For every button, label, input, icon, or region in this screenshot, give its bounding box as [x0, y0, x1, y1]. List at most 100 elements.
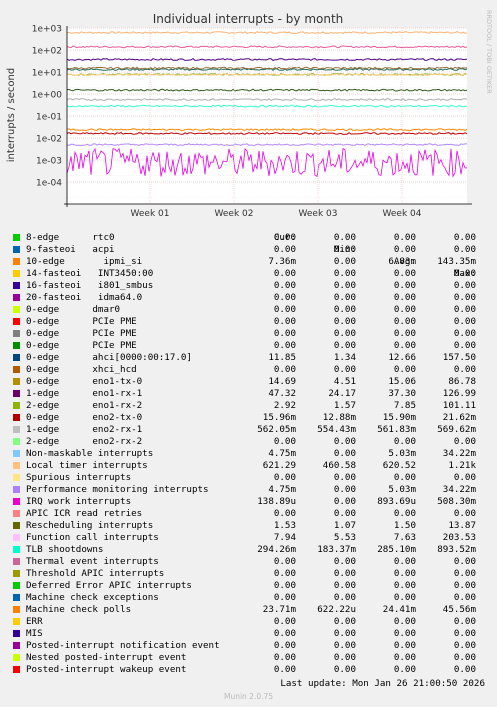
- legend-max: 0.00: [453, 232, 476, 243]
- legend-label: 2-edge eno2-rx-2: [26, 436, 143, 447]
- legend-max: 0.00: [453, 556, 476, 567]
- legend-swatch: [13, 654, 20, 661]
- legend-max: 1.21k: [448, 460, 476, 471]
- legend-swatch: [13, 450, 20, 457]
- legend-row: 20-fasteoi idma64.0 0.00 0.00 0.00 0.00: [0, 292, 497, 304]
- legend-max: 143.35m: [437, 256, 476, 267]
- legend-row: 16-fasteoi i801_smbus 0.00 0.00 0.00 0.00: [0, 280, 497, 292]
- legend-swatch: [13, 294, 20, 301]
- legend-max: 0.00: [453, 304, 476, 315]
- legend-label: 8-edge rtc0: [26, 232, 115, 243]
- legend-row: 0-edge dmar0 0.00 0.00 0.00 0.00: [0, 304, 497, 316]
- legend-swatch: [13, 282, 20, 289]
- y-tick-label: 1e+02: [32, 47, 62, 57]
- legend-row: TLB shootdowns 294.26m 183.37m 285.10m 893.5…: [0, 544, 497, 556]
- chart-title: Individual interrupts - by month: [153, 12, 344, 26]
- legend-label: Threshold APIC interrupts: [26, 568, 165, 579]
- legend-max: 157.50: [442, 352, 476, 363]
- legend-max: 0.00: [453, 580, 476, 591]
- legend-row: ERR 0.00 0.00 0.00 0.00: [0, 616, 497, 628]
- legend-label: MIS: [26, 628, 43, 639]
- legend-label: 0-edge PCIe PME: [26, 316, 137, 327]
- legend-swatch: [13, 246, 20, 253]
- legend-label: Deferred Error APIC interrupts: [26, 580, 192, 591]
- legend-swatch: [13, 618, 20, 625]
- y-axis-label: interrupts / second: [6, 68, 17, 162]
- legend-label: 2-edge eno1-rx-2: [26, 400, 143, 411]
- legend-row: 2-edge eno2-rx-2 0.00 0.00 0.00 0.00: [0, 436, 497, 448]
- legend-row: 0-edge xhci_hcd 0.00 0.00 0.00 0.00: [0, 364, 497, 376]
- legend-label: ERR: [26, 616, 43, 627]
- legend-max: 0.00: [453, 472, 476, 483]
- legend-max: 0.00: [453, 436, 476, 447]
- legend-max: 34.22m: [442, 484, 476, 495]
- legend-row: Posted-interrupt notification event 0.00 0…: [0, 640, 497, 652]
- legend-max: 0.00: [453, 652, 476, 663]
- legend-swatch: [13, 558, 20, 565]
- legend-swatch: [13, 330, 20, 337]
- legend-swatch: [13, 522, 20, 529]
- legend-swatch: [13, 270, 20, 277]
- legend-max: 508.30m: [437, 496, 476, 507]
- rrdtool-credit: RRDTOOL / TOBI OETIKER: [485, 10, 493, 94]
- legend-swatch: [13, 510, 20, 517]
- munin-version: Munin 2.0.75: [223, 692, 274, 701]
- legend-row: 8-edge rtc0 0.00 0.00 0.00 0.00: [0, 232, 497, 244]
- legend-swatch: [13, 462, 20, 469]
- legend-max: 34.22m: [442, 448, 476, 459]
- y-tick-label: 1e-04: [36, 179, 62, 189]
- x-tick-label: Week 03: [299, 209, 338, 219]
- legend-swatch: [13, 318, 20, 325]
- y-tick-label: 1e+01: [32, 69, 62, 79]
- legend-label: Thermal event interrupts: [26, 556, 159, 567]
- legend-swatch: [13, 378, 20, 385]
- y-tick-label: 1e+00: [32, 91, 63, 101]
- legend-row: APIC ICR read retries 0.00 0.00 0.00 0.00: [0, 508, 497, 520]
- legend-max: 126.99: [442, 388, 476, 399]
- y-tick-label: 1e-03: [36, 157, 62, 167]
- legend-label: 9-fasteoi acpi: [26, 244, 115, 255]
- legend-label: Machine check exceptions: [26, 592, 159, 603]
- legend-swatch: [13, 666, 20, 673]
- legend-max: 0.00: [453, 328, 476, 339]
- legend-swatch: [13, 402, 20, 409]
- legend-swatch: [13, 594, 20, 601]
- legend-max: 0.00: [453, 568, 476, 579]
- legend-label: 16-fasteoi i801_smbus: [26, 280, 154, 291]
- legend-row: Posted-interrupt wakeup event 0.00 0.00 0.0…: [0, 664, 497, 676]
- legend-label: Nested posted-interrupt event: [26, 652, 187, 663]
- legend-max: 13.87: [448, 520, 476, 531]
- legend-row: 2-edge eno1-rx-2 2.92 1.57 7.85 101.11: [0, 400, 497, 412]
- legend-row: 10-edge ipmi_si 7.36m 0.00 6.83m 143.35m: [0, 256, 497, 268]
- legend-swatch: [13, 630, 20, 637]
- legend-row: Threshold APIC interrupts 0.00 0.00 0.00 0.0…: [0, 568, 497, 580]
- legend-swatch: [13, 414, 20, 421]
- legend-swatch: [13, 438, 20, 445]
- legend-row: Machine check polls 23.71m 622.22u 24.41m 45…: [0, 604, 497, 616]
- legend-label: IRQ work interrupts: [26, 496, 132, 507]
- legend-swatch: [13, 534, 20, 541]
- legend-max: 0.00: [453, 592, 476, 603]
- legend-max: 0.00: [453, 508, 476, 519]
- legend-row: 0-edge PCIe PME 0.00 0.00 0.00 0.00: [0, 316, 497, 328]
- legend-row: 0-edge PCIe PME 0.00 0.00 0.00 0.00: [0, 328, 497, 340]
- legend-swatch: [13, 582, 20, 589]
- legend-label: APIC ICR read retries: [26, 508, 143, 519]
- y-tick-label: 1e+03: [32, 25, 62, 35]
- legend-swatch: [13, 342, 20, 349]
- legend-row: Nested posted-interrupt event 0.00 0.00 0.0…: [0, 652, 497, 664]
- legend-row: 0-edge eno1-tx-0 14.69 4.51 15.06 86.78: [0, 376, 497, 388]
- legend-swatch: [13, 474, 20, 481]
- legend-label: 20-fasteoi idma64.0: [26, 292, 143, 303]
- legend-max: 0.00: [453, 292, 476, 303]
- legend-swatch: [13, 642, 20, 649]
- legend-swatch: [13, 426, 20, 433]
- legend-swatch: [13, 486, 20, 493]
- legend-max: 0.00: [453, 640, 476, 651]
- legend-label: 0-edge PCIe PME: [26, 328, 137, 339]
- legend-row: MIS 0.00 0.00 0.00 0.00: [0, 628, 497, 640]
- legend-label: 1-edge eno2-rx-1: [26, 424, 143, 435]
- legend-max: 0.00: [453, 316, 476, 327]
- legend-max: 0.00: [453, 664, 476, 675]
- y-tick-label: 1e-01: [36, 113, 62, 123]
